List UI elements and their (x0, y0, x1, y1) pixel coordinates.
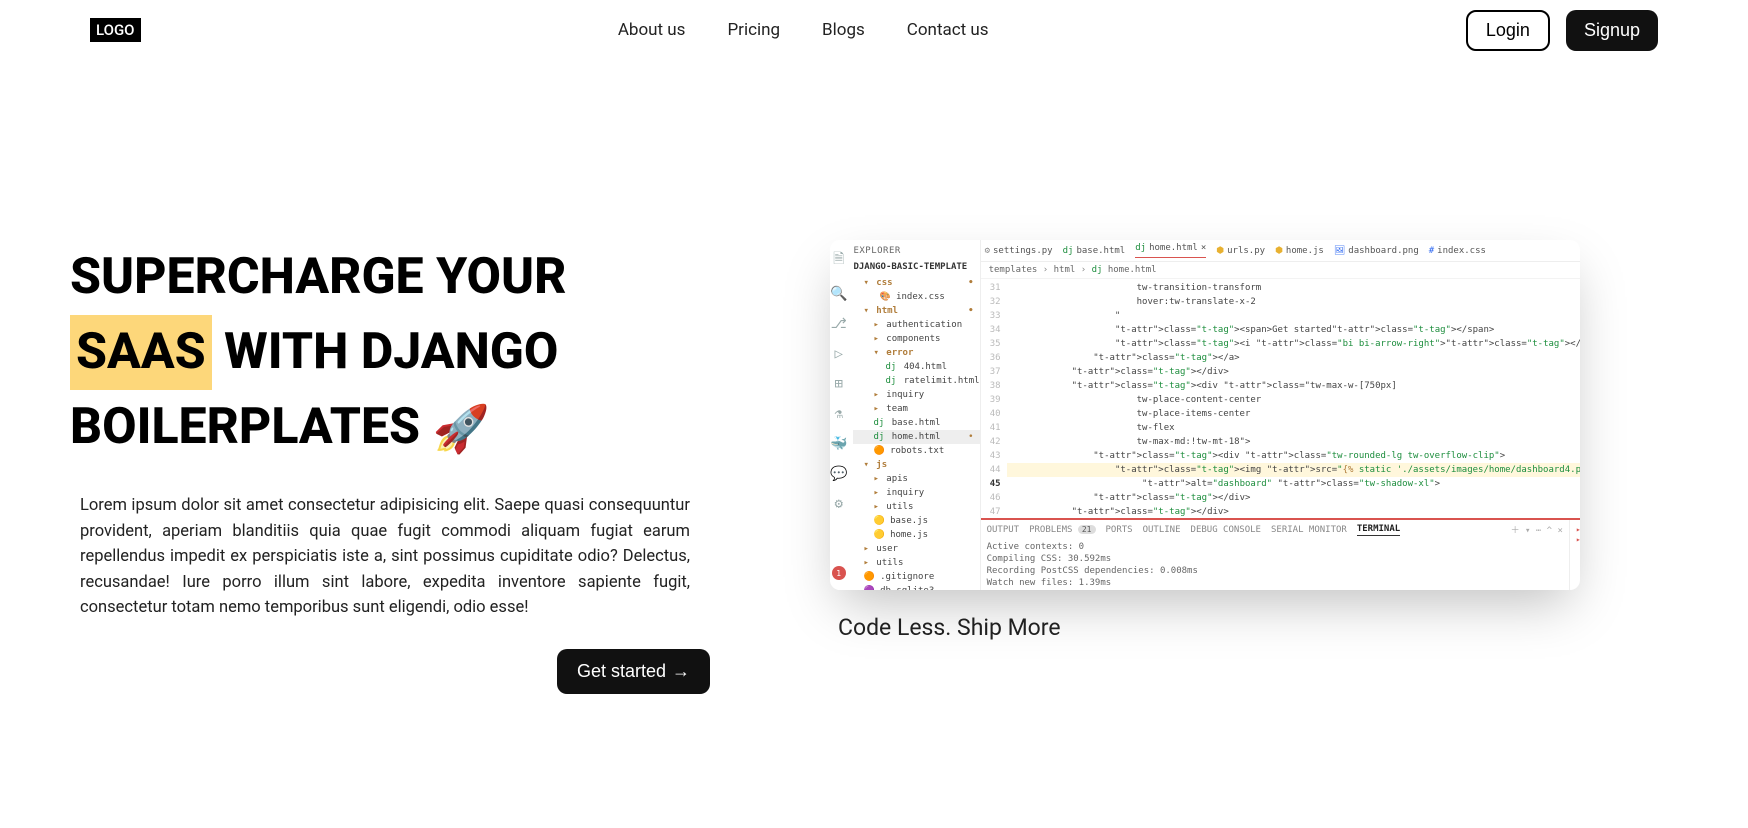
term-proc[interactable]: python (1576, 524, 1580, 534)
tree-folder[interactable]: ▸ utils (853, 500, 979, 514)
line-gutter: 3132333435363738394041424344454647484950 (981, 279, 1007, 518)
tree-folder-css[interactable]: ▾ css • (853, 276, 979, 290)
tree-file[interactable]: 🟡 home.js (853, 528, 979, 542)
arrow-right-icon: → (672, 661, 690, 682)
panel-tab[interactable]: PORTS (1106, 525, 1133, 535)
title-line2b: WITH DJANGO (224, 323, 558, 381)
file-tree: ▾ css • 🎨 index.css ▾ html • ▸ authentic… (847, 276, 979, 590)
panel-tabs: OUTPUT PROBLEMS 21 PORTS OUTLINE DEBUG C… (981, 520, 1569, 539)
nav-link-pricing[interactable]: Pricing (727, 20, 780, 40)
term-proc[interactable]: python (1576, 534, 1580, 544)
tab[interactable]: djbase.html (1063, 246, 1126, 256)
test-icon: ⚗ (835, 406, 843, 422)
chat-icon: 💬 (830, 466, 847, 482)
tree-folder[interactable]: ▸ inquiry (853, 388, 979, 402)
tree-file-current[interactable]: dj home.html • (853, 430, 979, 444)
tree-folder[interactable]: ▸ utils (853, 556, 979, 570)
terminal-side: python python (1569, 520, 1580, 590)
run-debug-icon: ▷ (835, 346, 843, 362)
tree-folder[interactable]: ▸ components (853, 332, 979, 346)
title-line3: BOILERPLATES (70, 398, 433, 456)
tab[interactable]: ⚙settings.py (985, 246, 1053, 256)
tree-file[interactable]: dj base.html (853, 416, 979, 430)
tree-folder[interactable]: ▸ user (853, 542, 979, 556)
code-editor-screenshot: 🗎 🔍 ⎇ ▷ ⊞ ⚗ 🐳 💬 ⚙ 1 EXPLORER DJANGO-BASI… (830, 240, 1580, 590)
card-caption: Code Less. Ship More (838, 614, 1678, 641)
tree-folder-html[interactable]: ▾ html • (853, 304, 979, 318)
code-body[interactable]: tw-transition-transform hover:tw-transla… (1007, 279, 1580, 518)
nav-links: About us Pricing Blogs Contact us (141, 20, 1466, 40)
get-started-label: Get started (577, 661, 666, 682)
explorer-title: EXPLORER (847, 246, 979, 256)
panel-tab[interactable]: PROBLEMS 21 (1029, 525, 1095, 535)
tree-folder-error[interactable]: ▾ error (853, 346, 979, 360)
bottom-panel: OUTPUT PROBLEMS 21 PORTS OUTLINE DEBUG C… (981, 518, 1580, 590)
nav-link-blogs[interactable]: Blogs (822, 20, 865, 40)
tree-folder-js[interactable]: ▾ js (853, 458, 979, 472)
search-icon: 🔍 (830, 286, 847, 302)
nav-link-contact[interactable]: Contact us (907, 20, 989, 40)
tree-file[interactable]: 🟣 db.sqlite3 (853, 584, 979, 590)
project-name: DJANGO-BASIC-TEMPLATE (847, 262, 979, 272)
panel-tab-terminal[interactable]: TERMINAL (1357, 524, 1400, 536)
code-wrap: 3132333435363738394041424344454647484950… (981, 279, 1580, 518)
hero-title: SUPERCHARGE YOUR SAAS WITH DJANGO BOILER… (70, 240, 770, 465)
terminal-output: Active contexts: 0Compiling CSS: 30.592m… (981, 539, 1569, 590)
hero-image-wrap: 🗎 🔍 ⎇ ▷ ⊞ ⚗ 🐳 💬 ⚙ 1 EXPLORER DJANGO-BASI… (830, 240, 1678, 694)
breadcrumb: templates › html › dj home.html (981, 262, 1580, 279)
docker-icon: 🐳 (830, 436, 847, 452)
panel-tab[interactable]: OUTLINE (1143, 525, 1181, 535)
files-icon: 🗎 (833, 248, 844, 272)
tree-file[interactable]: 🟠 robots.txt (853, 444, 979, 458)
tree-folder[interactable]: ▸ authentication (853, 318, 979, 332)
rocket-icon: 🚀 (433, 402, 490, 456)
tree-folder[interactable]: ▸ team (853, 402, 979, 416)
editor-tabs: ⚙settings.py djbase.html djhome.html × ⬢… (981, 240, 1580, 262)
tab[interactable]: ⬢urls.py (1216, 246, 1265, 256)
tree-file[interactable]: 🟠 .gitignore (853, 570, 979, 584)
panel-tab[interactable]: OUTPUT (987, 525, 1020, 535)
extensions-icon: ⊞ (835, 376, 843, 392)
close-icon[interactable]: × (1201, 243, 1206, 253)
tab[interactable]: 🖼dashboard.png (1334, 246, 1419, 256)
panel-toolbar[interactable]: ＋ ▾ ⋯ ^ × (1511, 523, 1563, 536)
tab[interactable]: #index.css (1429, 246, 1486, 256)
tab-active[interactable]: djhome.html × (1135, 243, 1206, 258)
activity-bar: 🗎 🔍 ⎇ ▷ ⊞ ⚗ 🐳 💬 ⚙ 1 (830, 240, 847, 590)
explorer-panel: EXPLORER DJANGO-BASIC-TEMPLATE ▾ css • 🎨… (847, 240, 980, 590)
editor-area: ⚙settings.py djbase.html djhome.html × ⬢… (981, 240, 1580, 590)
tree-folder[interactable]: ▸ apis (853, 472, 979, 486)
tree-folder[interactable]: ▸ inquiry (853, 486, 979, 500)
tab[interactable]: ⬢home.js (1275, 246, 1324, 256)
tree-file[interactable]: 🎨 index.css (853, 290, 979, 304)
hero-text: SUPERCHARGE YOUR SAAS WITH DJANGO BOILER… (70, 240, 770, 694)
logo: LOGO (90, 18, 141, 42)
tree-file[interactable]: dj ratelimit.html (853, 374, 979, 388)
tree-file[interactable]: dj 404.html (853, 360, 979, 374)
title-line1: SUPERCHARGE YOUR (70, 248, 566, 306)
panel-tab[interactable]: SERIAL MONITOR (1271, 525, 1347, 535)
source-icon: ⎇ (831, 316, 847, 332)
get-started-button[interactable]: Get started → (557, 649, 710, 694)
navbar: LOGO About us Pricing Blogs Contact us L… (0, 0, 1748, 60)
title-highlight: SAAS (70, 315, 212, 390)
signup-button[interactable]: Signup (1566, 10, 1658, 51)
tree-file[interactable]: 🟡 base.js (853, 514, 979, 528)
nav-link-about[interactable]: About us (618, 20, 686, 40)
login-button[interactable]: Login (1466, 10, 1550, 51)
settings-icon: ⚙ (835, 496, 843, 512)
notif-badge: 1 (832, 566, 846, 580)
panel-tab[interactable]: DEBUG CONSOLE (1191, 525, 1261, 535)
hero: SUPERCHARGE YOUR SAAS WITH DJANGO BOILER… (0, 60, 1748, 694)
hero-description: Lorem ipsum dolor sit amet consectetur a… (70, 493, 700, 621)
